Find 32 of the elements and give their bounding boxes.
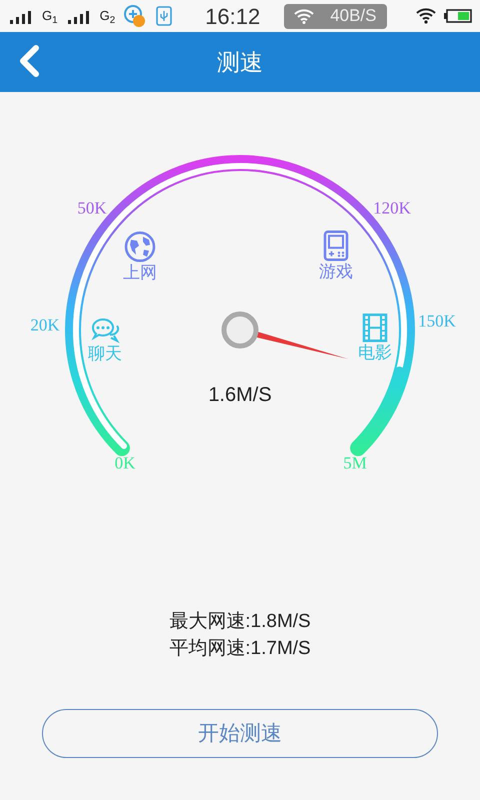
chat-icon (90, 316, 120, 344)
game-console-icon (323, 230, 349, 262)
signal-icon (8, 8, 34, 24)
wifi-icon (416, 7, 436, 25)
scale-label: 150K (418, 310, 456, 332)
back-button[interactable] (18, 44, 40, 78)
scale-label: 50K (77, 197, 107, 220)
needle-hub (222, 312, 258, 348)
scale-label: 20K (30, 314, 60, 336)
net-speed-indicator: 40B/S (284, 4, 386, 28)
category-label: 上网 (123, 262, 157, 284)
sim-label: G$_{2}$ (100, 7, 116, 26)
usb-icon (155, 6, 174, 26)
add-badge-icon (123, 4, 148, 28)
scale-label: 5M (343, 452, 367, 474)
speed-stat: 平均网速:1.7M/S (169, 637, 311, 661)
screen-title: 测速 (217, 48, 263, 77)
signal-icon (66, 8, 92, 24)
clock-time: 16:12 (205, 2, 260, 30)
speed-stat: 最大网速:1.8M/S (169, 610, 311, 634)
category-label: 电影 (358, 342, 392, 364)
category-label: 游戏 (319, 262, 353, 282)
start-test-button[interactable]: 开始测速 (42, 709, 438, 758)
film-icon (362, 312, 388, 343)
wifi-icon (294, 8, 314, 24)
speed-reading: 1.6M/S (208, 384, 272, 406)
scale-label: 120K (373, 197, 411, 220)
scale-label: 0K (114, 452, 136, 474)
sim-label: G$_{1}$ (42, 7, 58, 26)
category-label: 聊天 (88, 344, 122, 364)
battery-icon (444, 9, 472, 23)
globe-icon (124, 230, 156, 263)
